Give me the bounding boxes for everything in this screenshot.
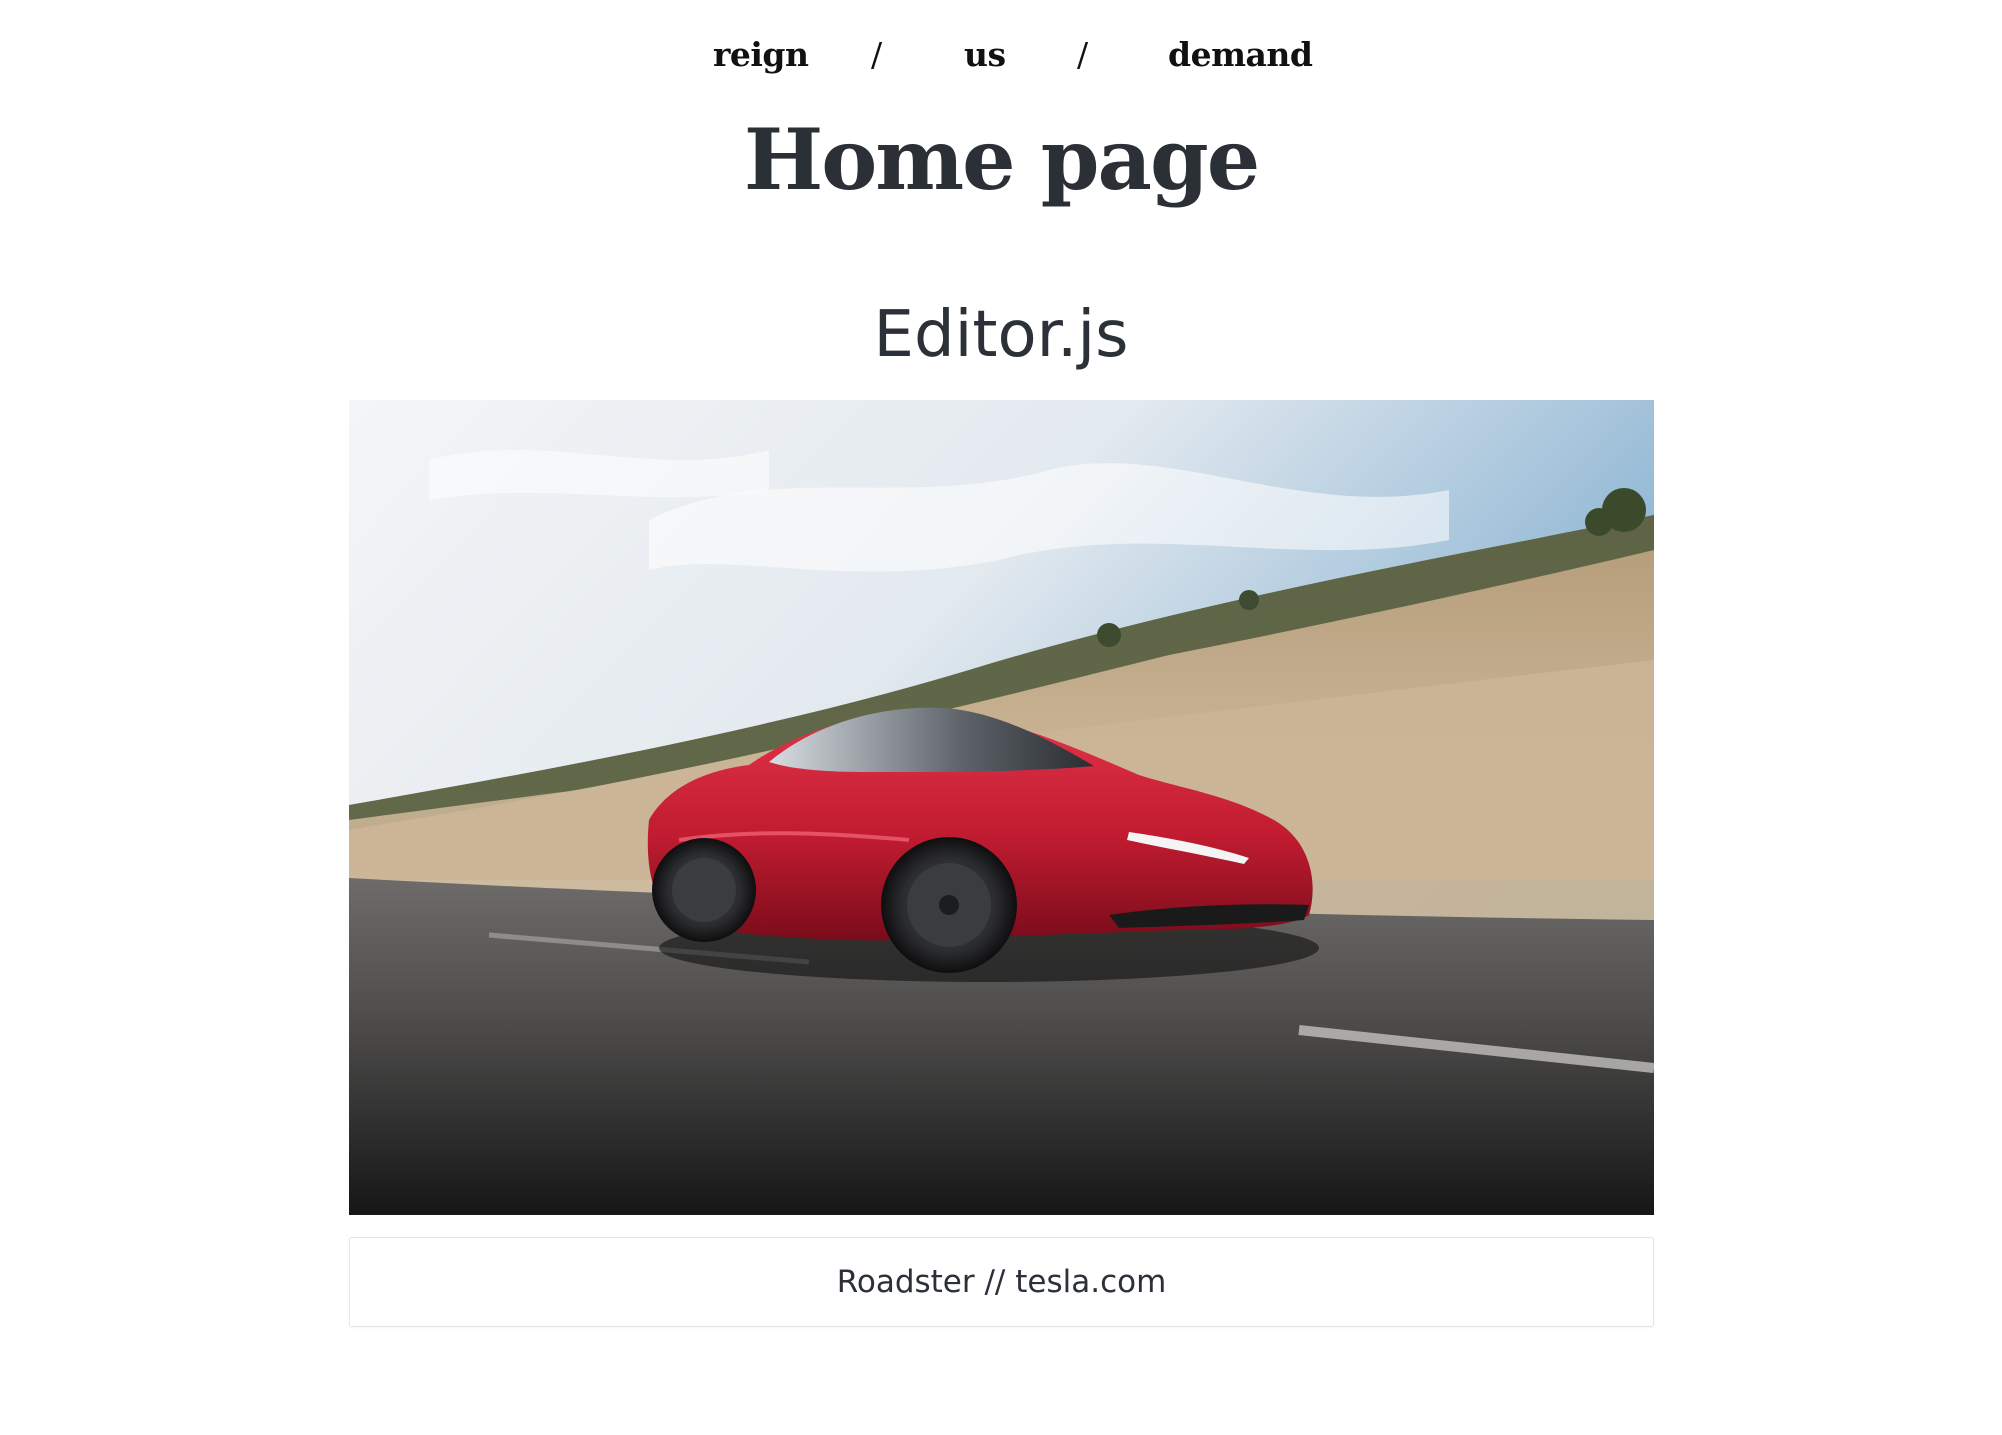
car-photo[interactable] xyxy=(349,400,1654,1215)
page-title: Home page xyxy=(743,110,1260,209)
nav-link-demand[interactable]: demand xyxy=(1168,30,1313,80)
image-caption-input[interactable]: Roadster // tesla.com xyxy=(349,1237,1654,1327)
nav-link-reign[interactable]: reign xyxy=(713,30,809,80)
nav-separator: / xyxy=(1077,35,1089,74)
nav-separator: / xyxy=(871,35,883,74)
editor-heading[interactable]: Editor.js xyxy=(0,290,2002,380)
nav-link-us[interactable]: us xyxy=(964,30,1006,80)
car-photo-illustration xyxy=(349,400,1654,1215)
top-nav: reign / us / demand xyxy=(0,30,2002,80)
